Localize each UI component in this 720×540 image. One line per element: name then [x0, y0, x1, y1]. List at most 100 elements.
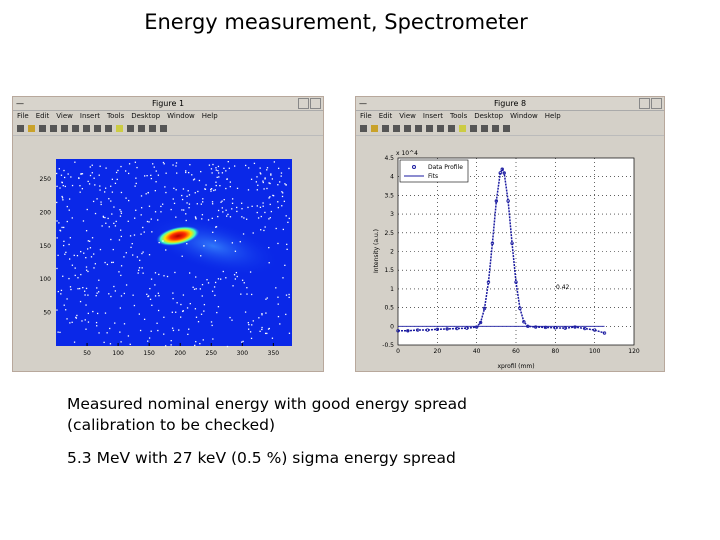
- noise-pixel: [154, 284, 156, 286]
- noise-pixel: [234, 165, 236, 167]
- menu-window[interactable]: Window: [510, 111, 538, 122]
- x-tick-label: 60: [512, 348, 520, 355]
- y-tick-label: 2.5: [384, 230, 394, 237]
- rotate-icon[interactable]: [105, 125, 112, 132]
- noise-pixel: [151, 304, 153, 306]
- noise-pixel: [266, 332, 268, 335]
- minimize-button[interactable]: [298, 98, 309, 109]
- menu-edit[interactable]: Edit: [36, 111, 50, 122]
- x-tick-label: 80: [552, 348, 560, 355]
- menu-tools[interactable]: Tools: [450, 111, 467, 122]
- noise-pixel: [256, 211, 258, 214]
- menu-help[interactable]: Help: [545, 111, 561, 122]
- figure-1-window[interactable]: — Figure 1 File Edit View Insert Tools Desktop…: [12, 96, 324, 372]
- noise-pixel: [287, 221, 289, 224]
- datacursor-icon[interactable]: [459, 125, 466, 132]
- menu-view[interactable]: View: [399, 111, 416, 122]
- window-menu-icon[interactable]: —: [359, 97, 367, 110]
- menu-help[interactable]: Help: [202, 111, 218, 122]
- pointer-icon[interactable]: [61, 125, 68, 132]
- menu-tools[interactable]: Tools: [107, 111, 124, 122]
- save-icon[interactable]: [39, 125, 46, 132]
- noise-pixel: [111, 178, 114, 180]
- pan-icon[interactable]: [437, 125, 444, 132]
- menu-window[interactable]: Window: [167, 111, 195, 122]
- noise-pixel: [85, 269, 88, 271]
- noise-pixel: [280, 175, 282, 177]
- noise-pixel: [262, 180, 264, 182]
- menu-edit[interactable]: Edit: [379, 111, 393, 122]
- rotate-icon[interactable]: [448, 125, 455, 132]
- menu-desktop[interactable]: Desktop: [131, 111, 160, 122]
- zoom-out-icon[interactable]: [83, 125, 90, 132]
- title-bar[interactable]: — Figure 1: [13, 97, 323, 111]
- noise-pixel: [187, 190, 189, 192]
- noise-pixel: [59, 331, 61, 334]
- noise-pixel: [89, 247, 92, 249]
- noise-pixel: [236, 206, 238, 209]
- noise-pixel: [63, 176, 66, 179]
- noise-pixel: [223, 167, 225, 169]
- noise-pixel: [200, 203, 202, 205]
- noise-pixel: [79, 287, 81, 290]
- menu-insert[interactable]: Insert: [80, 111, 100, 122]
- colorbar-icon[interactable]: [127, 125, 134, 132]
- open-icon[interactable]: [371, 125, 378, 132]
- print-icon[interactable]: [50, 125, 57, 132]
- hide-tools-icon[interactable]: [149, 125, 156, 132]
- noise-pixel: [76, 254, 79, 257]
- noise-pixel: [75, 317, 78, 319]
- pan-icon[interactable]: [94, 125, 101, 132]
- menu-insert[interactable]: Insert: [423, 111, 443, 122]
- open-icon[interactable]: [28, 125, 35, 132]
- noise-pixel: [98, 279, 100, 281]
- zoom-in-icon[interactable]: [415, 125, 422, 132]
- noise-pixel: [154, 272, 157, 274]
- figure-8-window[interactable]: — Figure 8 File Edit View Insert Tools Desktop…: [355, 96, 665, 372]
- hide-tools-icon[interactable]: [492, 125, 499, 132]
- show-tools-icon[interactable]: [503, 125, 510, 132]
- noise-pixel: [89, 240, 91, 242]
- zoom-out-icon[interactable]: [426, 125, 433, 132]
- noise-pixel: [286, 243, 288, 246]
- pointer-icon[interactable]: [404, 125, 411, 132]
- noise-pixel: [204, 188, 206, 190]
- noise-pixel: [270, 173, 272, 175]
- menu-view[interactable]: View: [56, 111, 73, 122]
- legend-icon[interactable]: [138, 125, 145, 132]
- noise-pixel: [100, 203, 102, 206]
- colorbar-icon[interactable]: [470, 125, 477, 132]
- menu-desktop[interactable]: Desktop: [474, 111, 503, 122]
- menu-file[interactable]: File: [17, 111, 29, 122]
- noise-pixel: [65, 309, 67, 311]
- maximize-button[interactable]: [651, 98, 662, 109]
- legend-icon[interactable]: [481, 125, 488, 132]
- noise-pixel: [129, 235, 132, 237]
- noise-pixel: [249, 331, 252, 333]
- new-icon[interactable]: [360, 125, 367, 132]
- maximize-button[interactable]: [310, 98, 321, 109]
- noise-pixel: [152, 163, 154, 165]
- noise-pixel: [111, 261, 113, 264]
- noise-pixel: [187, 333, 189, 336]
- new-icon[interactable]: [17, 125, 24, 132]
- noise-pixel: [231, 198, 234, 200]
- noise-pixel: [133, 304, 136, 307]
- noise-pixel: [225, 209, 227, 211]
- noise-pixel: [163, 316, 165, 318]
- zoom-in-icon[interactable]: [72, 125, 79, 132]
- window-menu-icon[interactable]: —: [16, 97, 24, 110]
- print-icon[interactable]: [393, 125, 400, 132]
- noise-pixel: [257, 217, 260, 219]
- minimize-button[interactable]: [639, 98, 650, 109]
- menu-file[interactable]: File: [360, 111, 372, 122]
- show-tools-icon[interactable]: [160, 125, 167, 132]
- noise-pixel: [172, 164, 174, 166]
- noise-pixel: [106, 263, 109, 266]
- noise-pixel: [118, 271, 120, 273]
- datacursor-icon[interactable]: [116, 125, 123, 132]
- noise-pixel: [146, 174, 148, 177]
- title-bar[interactable]: — Figure 8: [356, 97, 664, 111]
- noise-pixel: [231, 319, 233, 321]
- save-icon[interactable]: [382, 125, 389, 132]
